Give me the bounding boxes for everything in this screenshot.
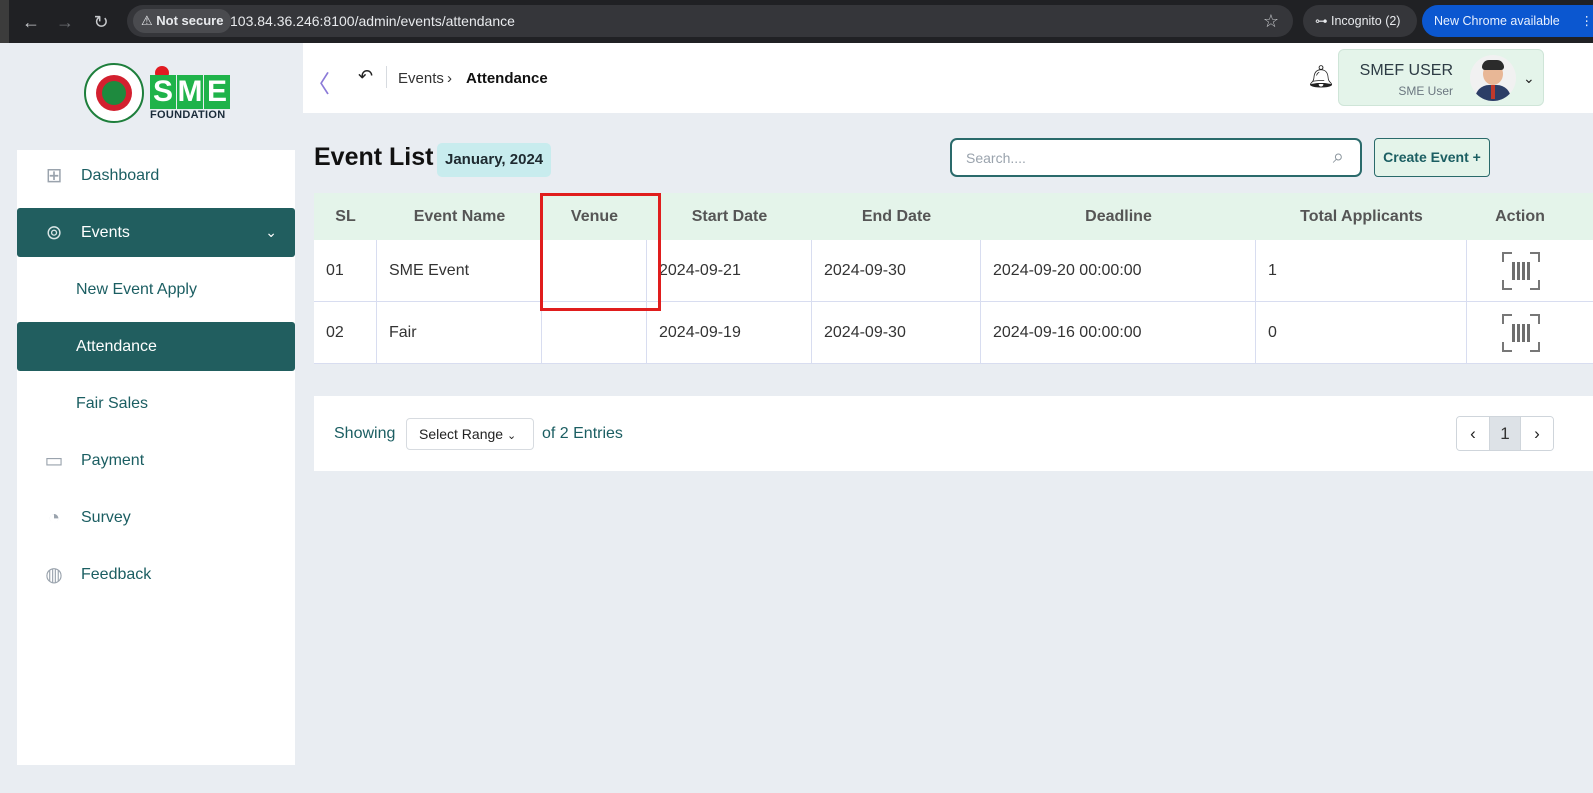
create-event-button[interactable]: Create Event + xyxy=(1374,138,1490,177)
incognito-label: Incognito (2) xyxy=(1330,14,1401,28)
logo-letter-s: S xyxy=(150,75,176,109)
previous-page-icon[interactable]: ‹ xyxy=(1457,417,1489,450)
qr-code-icon[interactable] xyxy=(1502,314,1540,352)
user-menu[interactable]: SMEF USER SME User ⌄ xyxy=(1338,49,1544,106)
user-role: SME User xyxy=(1398,84,1453,98)
feedback-icon: ◍ xyxy=(45,563,63,586)
security-chip[interactable]: ⚠ Not secure xyxy=(133,9,232,33)
sidebar-item-feedback[interactable]: ◍ Feedback xyxy=(17,550,295,599)
forward-arrow-icon[interactable]: → xyxy=(53,10,77,34)
sidebar-item-survey[interactable]: ◔ Survey xyxy=(17,493,295,542)
cell-deadline: 2024-09-16 00:00:00 xyxy=(981,302,1256,364)
column-header-start-date: Start Date xyxy=(691,208,768,225)
address-bar[interactable]: ⚠ Not secure 103.84.36.246:8100/admin/ev… xyxy=(127,5,1293,37)
window-edge xyxy=(0,0,9,43)
pie-chart-icon: ◔ xyxy=(47,506,61,529)
reload-icon[interactable]: ↻ xyxy=(89,10,113,34)
government-emblem-logo xyxy=(84,63,144,123)
column-header-total-applicants: Total Applicants xyxy=(1300,208,1423,225)
bookmark-star-icon[interactable]: ☆ xyxy=(1263,5,1279,37)
column-header-end-date: End Date xyxy=(861,208,932,225)
url-text[interactable]: 103.84.36.246:8100/admin/events/attendan… xyxy=(230,5,515,37)
pagination-bar: Showing Select Range ⌄ of 2 Entries ‹ 1 … xyxy=(314,396,1593,471)
browser-toolbar: ← → ↻ ⚠ Not secure 103.84.36.246:8100/ad… xyxy=(0,0,1593,43)
security-label: Not secure xyxy=(156,13,224,28)
search-box: ⌕ xyxy=(950,138,1362,177)
sidebar: ⊞ Dashboard ⊚ Events ⌄ New Event Apply A… xyxy=(17,150,295,765)
warning-icon: ⚠ xyxy=(141,13,157,28)
cell-deadline: 2024-09-20 00:00:00 xyxy=(981,240,1256,302)
sidebar-item-label: Survey xyxy=(81,508,131,526)
update-label: New Chrome available xyxy=(1434,14,1560,28)
column-header-sl: SL xyxy=(335,208,356,225)
cell-end-date: 2024-09-30 xyxy=(812,240,981,302)
menu-dots-icon[interactable]: ⋮ xyxy=(1581,5,1593,37)
table-header: SL Event Name Venue Start Date End Date … xyxy=(314,193,1593,240)
undo-back-icon[interactable]: ↶ xyxy=(358,66,373,87)
logo-letter-m: M xyxy=(177,75,203,109)
sidebar-item-label: Dashboard xyxy=(81,166,160,184)
chevron-down-icon: ⌄ xyxy=(506,430,517,442)
sidebar-item-attendance[interactable]: Attendance xyxy=(17,322,295,371)
column-header-event-name: Event Name xyxy=(413,208,506,225)
divider xyxy=(386,66,387,88)
incognito-indicator[interactable]: ⊶ Incognito (2) xyxy=(1303,5,1417,37)
sidebar-item-dashboard[interactable]: ⊞ Dashboard xyxy=(17,151,295,200)
breadcrumb-events[interactable]: Events xyxy=(398,70,444,87)
logo-subtitle: FOUNDATION xyxy=(150,109,226,121)
range-select[interactable]: Select Range ⌄ xyxy=(406,418,534,450)
lock-icon: ⊚ xyxy=(45,221,63,244)
logo-letter-e: E xyxy=(204,75,230,109)
cell-end-date: 2024-09-30 xyxy=(812,302,981,364)
next-page-icon[interactable]: › xyxy=(1521,417,1553,450)
avatar xyxy=(1470,55,1516,101)
showing-label: Showing xyxy=(334,425,396,442)
sidebar-item-events[interactable]: ⊚ Events ⌄ xyxy=(17,208,295,257)
pagination: ‹ 1 › xyxy=(1456,416,1554,451)
incognito-icon: ⊶ xyxy=(1315,14,1331,28)
qr-code-icon[interactable] xyxy=(1502,252,1540,290)
grid-icon: ⊞ xyxy=(45,164,63,187)
sidebar-item-new-event-apply[interactable]: New Event Apply xyxy=(17,265,295,314)
table-row: 01 SME Event 2024-09-21 2024-09-30 2024-… xyxy=(314,240,1593,302)
cell-total-applicants: 1 xyxy=(1256,240,1467,302)
cell-sl: 02 xyxy=(314,302,377,364)
cell-event-name: SME Event xyxy=(377,240,542,302)
sidebar-item-label: Payment xyxy=(81,451,145,469)
entries-label: of 2 Entries xyxy=(542,425,623,442)
cell-total-applicants: 0 xyxy=(1256,302,1467,364)
chevron-down-icon: ⌄ xyxy=(265,224,277,240)
chevron-down-icon[interactable]: ⌄ xyxy=(1523,70,1535,87)
money-icon: ▭ xyxy=(44,449,64,472)
emblem-map xyxy=(102,81,126,105)
cell-start-date: 2024-09-19 xyxy=(647,302,812,364)
sidebar-item-label: Feedback xyxy=(81,565,152,583)
search-input[interactable] xyxy=(966,140,1306,175)
cell-event-name: Fair xyxy=(377,302,542,364)
month-badge: January, 2024 xyxy=(437,143,552,177)
cell-sl: 01 xyxy=(314,240,377,302)
breadcrumb-current: Attendance xyxy=(466,70,548,87)
column-header-deadline: Deadline xyxy=(1085,208,1152,225)
update-chrome-button[interactable]: New Chrome available ⋮ xyxy=(1422,5,1593,37)
back-arrow-icon[interactable]: ← xyxy=(19,10,43,34)
sidebar-item-fair-sales[interactable]: Fair Sales xyxy=(17,379,295,428)
cell-venue xyxy=(542,302,647,364)
column-header-action: Action xyxy=(1495,208,1545,225)
bell-icon[interactable]: 🔔︎ xyxy=(1307,64,1335,90)
breadcrumb-separator-icon: › xyxy=(447,70,452,87)
sidebar-item-label: Events xyxy=(81,223,130,241)
page-number[interactable]: 1 xyxy=(1489,417,1521,450)
sidebar-item-payment[interactable]: ▭ Payment xyxy=(17,436,295,485)
venue-highlight-box xyxy=(540,193,661,311)
cell-start-date: 2024-09-21 xyxy=(647,240,812,302)
collapse-sidebar-icon[interactable]: 〈 xyxy=(306,64,330,99)
page-title: Event List xyxy=(314,143,434,171)
table-row: 02 Fair 2024-09-19 2024-09-30 2024-09-16… xyxy=(314,302,1593,364)
range-select-label: Select Range xyxy=(419,426,504,442)
search-icon[interactable]: ⌕ xyxy=(1333,146,1344,169)
user-name: SMEF USER xyxy=(1359,62,1453,79)
